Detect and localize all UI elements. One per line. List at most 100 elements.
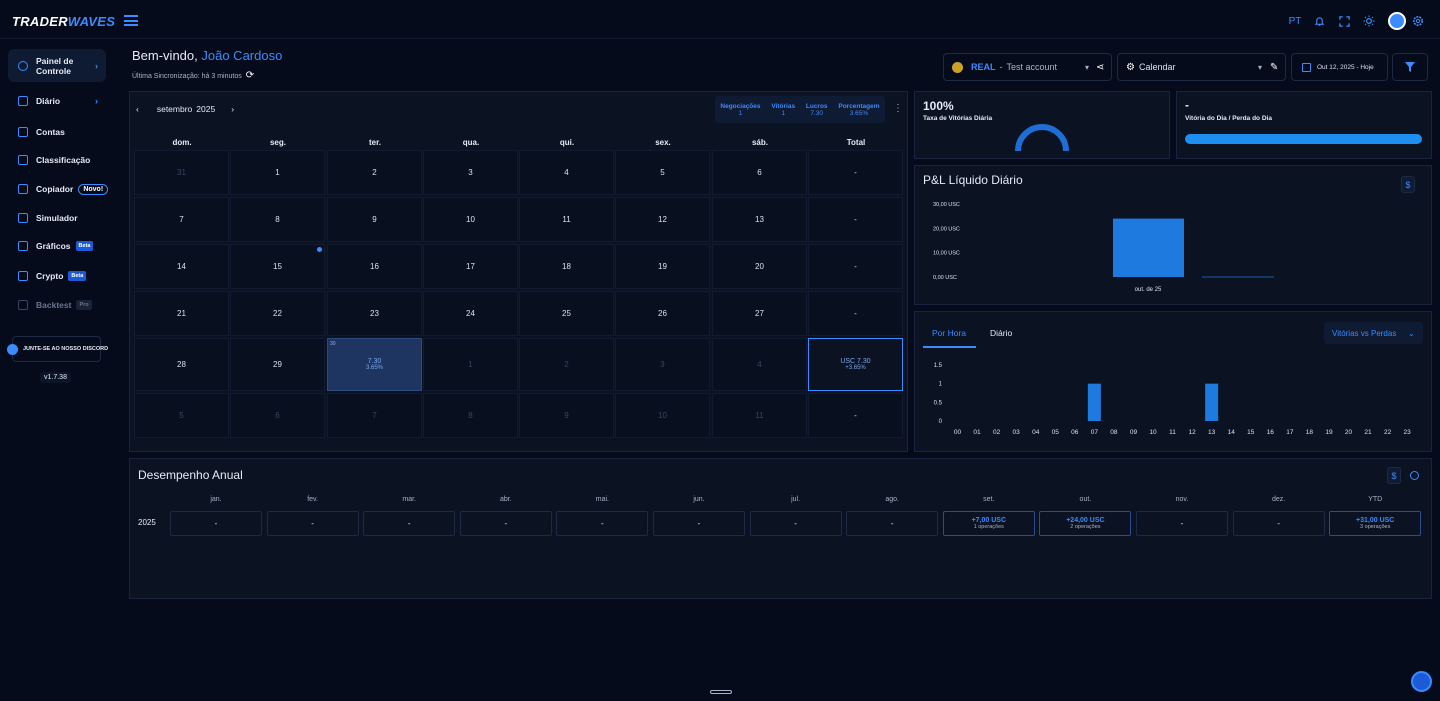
chart-mode-select[interactable]: Vitórias vs Perdas ⌄ [1324,322,1423,344]
calendar-day[interactable]: 27 [712,291,807,336]
account-name: Test account [1006,62,1058,72]
tab-per-hour[interactable]: Por Hora [932,328,966,338]
calendar-day[interactable]: 26 [615,291,710,336]
month-cell[interactable]: +24,00 USC 2 operações [1039,511,1132,536]
week-total[interactable]: - [808,244,903,289]
sun-icon[interactable] [1360,10,1378,32]
calendar-day[interactable]: 7 [327,393,422,438]
menu-icon[interactable] [124,15,138,26]
refresh-icon[interactable]: ⟳ [246,70,254,81]
calendar-day[interactable]: 5 [615,150,710,195]
sidebar-item-charts[interactable]: Gráficos Beta [8,230,106,262]
month-cell[interactable]: - [459,511,552,536]
month-header: out. [1079,496,1092,503]
sidebar-item-crypto[interactable]: Crypto Beta [8,260,106,292]
month-cell[interactable]: - [749,511,842,536]
calendar-day[interactable]: 16 [327,244,422,289]
sidebar: Painel de Controle › Diário › Contas Cla… [0,39,114,701]
calendar-day[interactable]: 29 [230,338,325,391]
info-icon[interactable] [1410,471,1419,480]
date-range-picker[interactable]: Out 12, 2025 - Hoje [1291,53,1388,81]
sidebar-item-backtest[interactable]: Backtest Pro [8,289,106,321]
calendar-day[interactable]: 19 [615,244,710,289]
calendar-day[interactable]: 24 [423,291,518,336]
month-cell[interactable]: - [170,511,262,536]
discord-button[interactable]: JUNTE-SE AO NOSSO DISCORD [7,336,108,362]
week-total[interactable]: USC 7.30 +3.65% [808,338,903,391]
sidebar-item-copier[interactable]: Copiador Novo! [8,173,109,205]
month-cell[interactable]: - [266,511,359,536]
calendar-day[interactable]: 2 [327,150,422,195]
week-total[interactable]: - [808,291,903,336]
share-icon[interactable]: ⋖ [1096,62,1104,73]
calendar-day[interactable]: 14 [134,244,229,289]
user-name[interactable]: João Cardoso [201,48,282,63]
annual-currency-button[interactable]: $ [1387,467,1401,484]
calendar-day[interactable]: 9 [519,393,614,438]
sidebar-item-dashboard[interactable]: Painel de Controle › [8,49,106,82]
calendar-day[interactable]: 22 [230,291,325,336]
month-cell[interactable]: - [556,511,649,536]
account-selector[interactable]: REAL - Test account ▾ ⋖ [943,53,1112,81]
calendar-day[interactable]: 20 [712,244,807,289]
calendar-day[interactable]: 1 [423,338,518,391]
calendar-day[interactable]: 31 [134,150,229,195]
calendar-day[interactable]: 18 [519,244,614,289]
month-cell[interactable]: - [846,511,939,536]
calendar-day[interactable]: 6 [230,393,325,438]
calendar-day[interactable]: 12 [615,197,710,242]
help-button[interactable] [1411,671,1432,692]
month-cell[interactable]: - [1232,511,1325,536]
day-number: 20 [755,262,764,271]
language-button[interactable]: PT [1285,10,1305,32]
month-cell[interactable]: - [653,511,745,536]
view-selector[interactable]: ⚙ Calendar ▾ ✎ [1117,53,1286,81]
calendar-day[interactable]: 9 [327,197,422,242]
calendar-day[interactable]: 10 [423,197,518,242]
week-total[interactable]: - [808,393,903,438]
tab-daily[interactable]: Diário [990,328,1012,338]
calendar-day[interactable]: 3 [615,338,710,391]
calendar-day[interactable]: 10 [615,393,710,438]
prev-month-icon[interactable]: ‹ [136,104,139,114]
calendar-day[interactable]: 23 [327,291,422,336]
calendar-day[interactable]: 8 [423,393,518,438]
calendar-day[interactable]: 17 [423,244,518,289]
sidebar-item-diary[interactable]: Diário › [8,85,106,117]
month-cell[interactable]: - [1136,511,1228,536]
fullscreen-icon[interactable] [1335,10,1353,32]
filter-button[interactable] [1392,53,1428,81]
calendar-day[interactable]: 15 [230,244,325,289]
win-loss-label: Vitória do Dia / Perda do Dia [1185,115,1272,122]
month-cell[interactable]: +31,00 USC 3 operações [1329,511,1422,536]
calendar-day[interactable]: 6 [712,150,807,195]
month-cell[interactable]: +7,00 USC 1 operações [942,511,1035,536]
edit-icon[interactable]: ✎ [1270,62,1278,73]
month-cell[interactable]: - [363,511,456,536]
calendar-day[interactable]: 4 [712,338,807,391]
bell-icon[interactable] [1310,10,1328,32]
calendar-day[interactable]: 21 [134,291,229,336]
next-month-icon[interactable]: › [231,104,234,114]
calendar-day[interactable]: 11 [519,197,614,242]
pnl-currency-button[interactable]: $ [1401,176,1415,193]
calendar-day[interactable]: 25 [519,291,614,336]
calendar-day[interactable]: 30 7.30 3.65% [327,338,422,391]
logo[interactable]: TRADERWAVES [12,14,115,29]
week-total[interactable]: - [808,197,903,242]
calendar-day[interactable]: 7 [134,197,229,242]
more-options-icon[interactable]: ⋮ [893,103,903,114]
calendar-day[interactable]: 1 [230,150,325,195]
calendar-day[interactable]: 3 [423,150,518,195]
calendar-day[interactable]: 4 [519,150,614,195]
settings-gear-icon[interactable] [1409,10,1427,32]
sidebar-item-ranking[interactable]: Classificação [8,144,106,176]
calendar-day[interactable]: 5 [134,393,229,438]
avatar[interactable] [1387,10,1407,32]
calendar-day[interactable]: 2 [519,338,614,391]
calendar-day[interactable]: 8 [230,197,325,242]
calendar-day[interactable]: 11 [712,393,807,438]
calendar-day[interactable]: 28 [134,338,229,391]
calendar-day[interactable]: 13 [712,197,807,242]
week-total[interactable]: - [808,150,903,195]
